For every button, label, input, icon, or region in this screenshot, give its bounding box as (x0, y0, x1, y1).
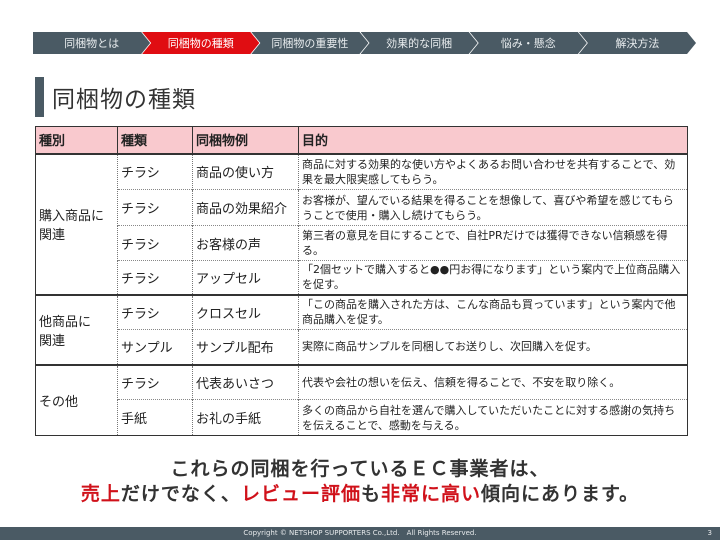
table-row: その他 チラシ 代表あいさつ 代表や会社の想いを伝え、信頼を得ることで、不安を取り除く… (35, 363, 688, 436)
table-row: サンプル サンプル配布 実際に商品サンプルを同梱してお送りし、次回購入を促す。 (36, 329, 688, 365)
table-row: 手紙 お礼の手紙 多くの商品から自社を選んで購入していただいたことに対する感謝の気持… (36, 399, 688, 436)
purpose-cell: 「2個セットで購入すると●●円お得になります」という案内で上位商品購入を促す。 (298, 260, 688, 295)
nav-step-effective[interactable]: 効果的な同梱 (361, 32, 478, 54)
purpose-cell: 代表や会社の想いを伝え、信頼を得ることで、不安を取り除く。 (298, 363, 688, 400)
header-type: 種類 (117, 126, 193, 155)
copyright: Copyright © NETSHOP SUPPORTERS Co.,Ltd. … (243, 529, 477, 537)
purpose-cell: 「この商品を購入された方は、こんな商品も買っています」という案内で他商品購入を促… (298, 293, 688, 330)
title-accent-bar (35, 77, 44, 117)
type-cell: チラシ (117, 153, 193, 190)
text: も (360, 483, 381, 505)
nav-step-concerns[interactable]: 悩み・懸念 (470, 32, 587, 54)
purpose-cell: 実際に商品サンプルを同梱してお送りし、次回購入を促す。 (298, 329, 688, 365)
text: だけでなく、 (120, 483, 241, 505)
header-purpose: 目的 (298, 126, 688, 155)
type-cell: チラシ (117, 293, 193, 330)
category-cell: 他商品に 関連 (35, 293, 118, 365)
example-cell: アップセル (192, 260, 299, 295)
type-cell: チラシ (117, 189, 193, 226)
example-cell: 商品の効果紹介 (192, 189, 299, 226)
example-cell: クロスセル (192, 293, 299, 330)
emphasis-high: 非常に高い (380, 483, 481, 505)
type-cell: チラシ (117, 363, 193, 400)
purpose-cell: 第三者の意見を目にすることで、自社PRだけでは獲得できない信頼感を得る。 (298, 225, 688, 261)
type-cell: チラシ (117, 225, 193, 261)
purpose-cell: お客様が、望んでいる結果を得ることを想像して、喜びや希望を感じてもらうことで使用… (298, 189, 688, 226)
text: 傾向にあります。 (480, 483, 640, 505)
page-title: 同梱物の種類 (52, 87, 196, 113)
enclosure-types-table: 種別 種類 同梱物例 目的 購入商品に 関連 チラシ 商品の使い方 商品に対する効果的な… (35, 126, 688, 436)
footer: Copyright © NETSHOP SUPPORTERS Co.,Ltd. … (0, 527, 720, 540)
purpose-cell: 商品に対する効果的な使い方やよくあるお問い合わせを共有することで、効果を最大限実… (298, 153, 688, 190)
nav-step-solution[interactable]: 解決方法 (579, 32, 696, 54)
summary-line-1: これらの同梱を行っているＥＣ事業者は、 (170, 458, 550, 480)
type-cell: チラシ (117, 260, 193, 295)
emphasis-sales: 売上 (80, 483, 121, 505)
type-cell: サンプル (117, 329, 193, 365)
table-row: 他商品に 関連 チラシ クロスセル 「この商品を購入された方は、こんな商品も買っています… (35, 293, 688, 365)
table-row: チラシ お客様の声 第三者の意見を目にすることで、自社PRだけでは獲得できない信頼感… (36, 225, 688, 261)
nav-step-types[interactable]: 同梱物の種類 (142, 32, 259, 54)
nav-step-about[interactable]: 同梱物とは (33, 32, 150, 54)
category-cell: その他 (35, 363, 118, 436)
table-row: 購入商品に 関連 チラシ 商品の使い方 商品に対する効果的な使い方やよくあるお問い合わせ… (35, 153, 688, 295)
example-cell: お客様の声 (192, 225, 299, 261)
example-cell: お礼の手紙 (192, 399, 299, 436)
example-cell: 代表あいさつ (192, 363, 299, 400)
header-category: 種別 (35, 126, 118, 155)
emphasis-review: レビュー評価 (240, 483, 361, 505)
progress-nav: 同梱物とは 同梱物の種類 同梱物の重要性 効果的な同梱 悩み・懸念 解決方法 (33, 32, 688, 54)
summary-line-2: 売上だけでなく、レビュー評価も非常に高い傾向にあります。 (0, 479, 720, 506)
type-cell: 手紙 (117, 399, 193, 436)
page-number: 3 (707, 529, 712, 537)
example-cell: 商品の使い方 (192, 153, 299, 190)
table-header-row: 種別 種類 同梱物例 目的 (35, 126, 688, 155)
example-cell: サンプル配布 (192, 329, 299, 365)
purpose-cell: 多くの商品から自社を選んで購入していただいたことに対する感謝の気持ちを伝えること… (298, 399, 688, 436)
table-row: チラシ 商品の効果紹介 お客様が、望んでいる結果を得ることを想像して、喜びや希望を感… (36, 189, 688, 226)
nav-step-importance[interactable]: 同梱物の重要性 (251, 32, 368, 54)
table-row: チラシ アップセル 「2個セットで購入すると●●円お得になります」という案内で上位商… (36, 260, 688, 295)
header-example: 同梱物例 (192, 126, 299, 155)
category-cell: 購入商品に 関連 (35, 153, 118, 295)
